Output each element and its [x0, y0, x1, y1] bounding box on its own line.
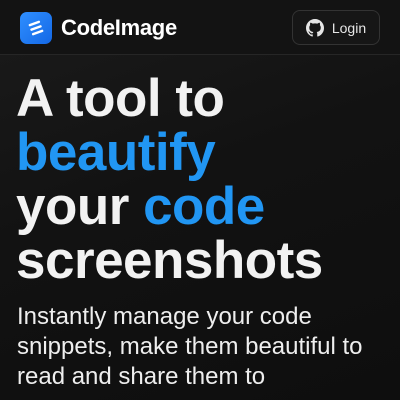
landing-page: CodeImage Login A tool to beautify your …: [0, 0, 400, 400]
hero-title-line-4: screenshots: [16, 231, 323, 290]
hero-title-line-1: A tool to: [16, 69, 225, 128]
hero-title-line-3: your code: [16, 180, 323, 234]
hero-subtitle: Instantly manage your code snippets, mak…: [17, 303, 363, 390]
brand[interactable]: CodeImage: [20, 12, 177, 44]
login-label: Login: [331, 19, 367, 36]
hero-title: A tool to beautify your code screenshots: [16, 72, 323, 288]
top-navbar: CodeImage Login: [0, 0, 400, 55]
hero-title-your: your: [16, 177, 144, 236]
github-icon: [305, 18, 324, 37]
login-button[interactable]: Login: [292, 10, 380, 45]
hero-title-code: code: [143, 177, 265, 236]
brand-name: CodeImage: [61, 15, 177, 40]
codeimage-logo-icon: [20, 12, 52, 44]
hero-title-line-2: beautify: [16, 123, 216, 182]
